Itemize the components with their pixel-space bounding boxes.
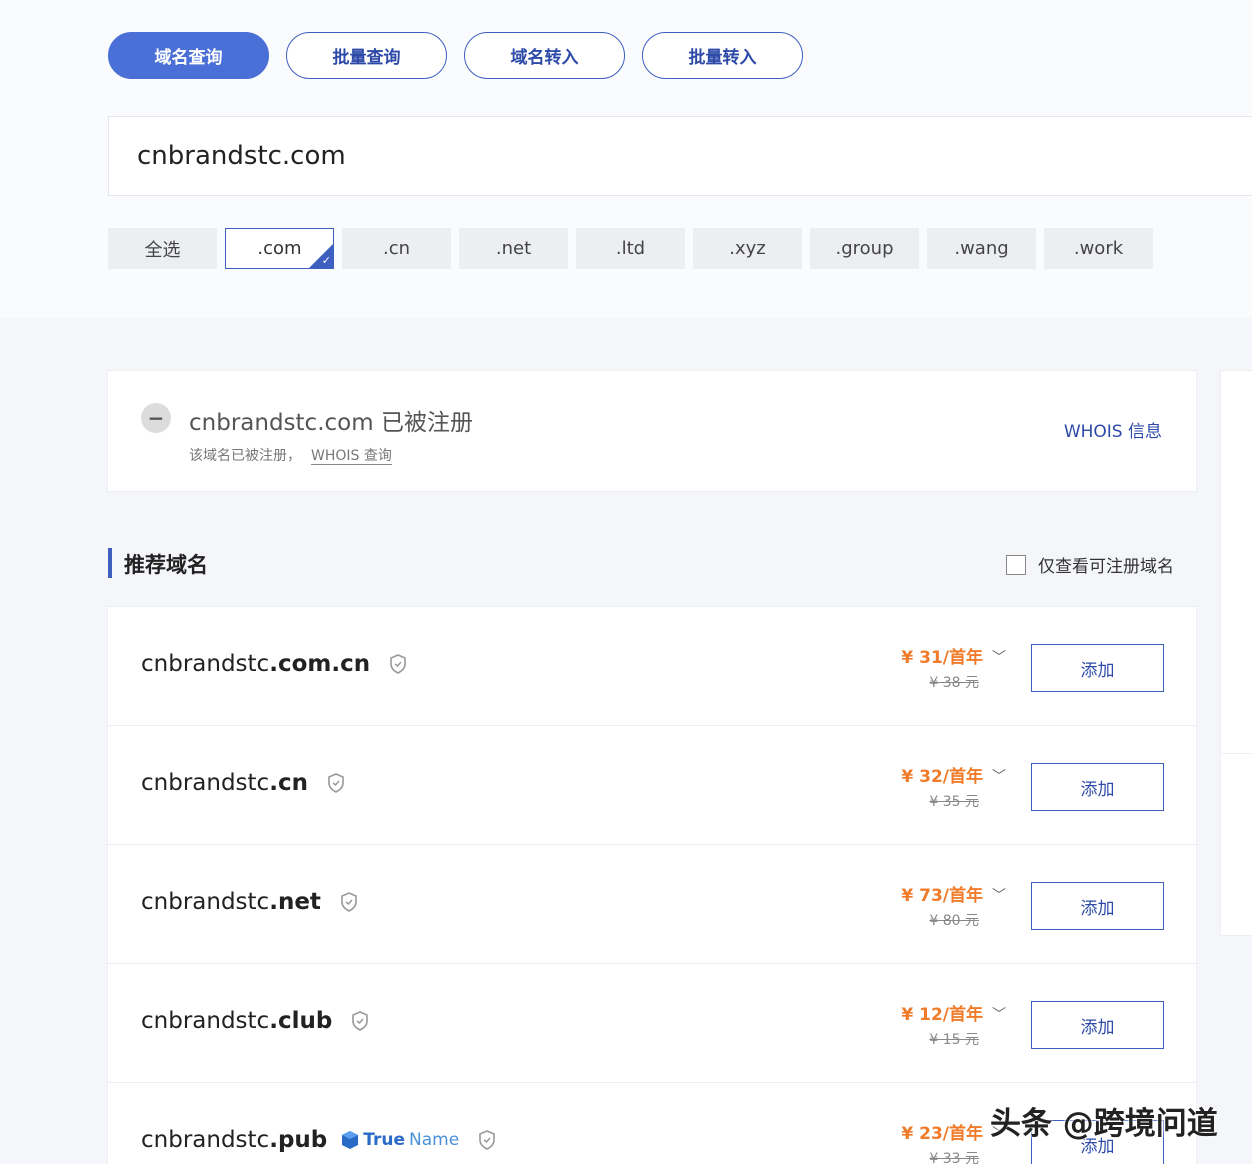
registered-note: 该域名已被注册， — [189, 448, 301, 464]
tld-label: .com — [257, 238, 302, 259]
domain-base: cnbrandstc — [141, 651, 270, 677]
add-button[interactable]: 添加 — [1031, 1001, 1164, 1049]
domain-name: cnbrandstc .net — [141, 889, 359, 915]
check-icon: ✓ — [321, 254, 331, 267]
watermark: 头条 @跨境问道 — [990, 1106, 1218, 1142]
add-button[interactable]: 添加 — [1031, 882, 1164, 930]
side-panel-edge — [1220, 370, 1252, 936]
first-year-price: ¥ 32/首年 — [901, 767, 983, 787]
query-tabs: 域名查询 批量查询 域名转入 批量转入 — [108, 32, 803, 79]
shield-icon — [341, 892, 357, 912]
domain-tld: .club — [269, 1008, 333, 1034]
first-year-price: ¥ 12/首年 — [901, 1005, 983, 1025]
tld-work[interactable]: .work — [1044, 228, 1153, 269]
first-year-price: ¥ 31/首年 — [901, 648, 983, 668]
original-price: ¥ 80 元 — [929, 913, 979, 929]
domain-tld: .com.cn — [269, 651, 371, 677]
domain-row: cnbrandstc .com.cn ¥ 31/首年 ¥ 38 元 ﹀ 添加 — [108, 607, 1198, 726]
available-only-label: 仅查看可注册域名 — [1038, 557, 1174, 577]
chevron-down-icon[interactable]: ﹀ — [992, 885, 1006, 905]
shield-icon — [328, 773, 344, 793]
price-block: ¥ 73/首年 ¥ 80 元 — [893, 881, 983, 930]
add-button[interactable]: 添加 — [1031, 644, 1164, 692]
available-only-filter[interactable]: 仅查看可注册域名 — [1006, 552, 1174, 577]
recommend-title: 推荐域名 — [124, 553, 208, 577]
tld-cn[interactable]: .cn — [342, 228, 451, 269]
minus-circle-icon: − — [141, 403, 171, 433]
tld-net[interactable]: .net — [459, 228, 568, 269]
tld-group[interactable]: .group — [810, 228, 919, 269]
chevron-down-icon[interactable]: ﹀ — [992, 1004, 1006, 1024]
domain-tld: .pub — [269, 1127, 328, 1153]
shield-icon — [390, 654, 406, 674]
top-panel: 域名查询 批量查询 域名转入 批量转入 全选 .com ✓ .cn .net .… — [0, 0, 1252, 318]
search-box — [108, 116, 1252, 196]
registered-subtext: 该域名已被注册， WHOIS 查询 — [189, 445, 392, 465]
side-divider — [1221, 753, 1252, 754]
truename-badge: True Name — [341, 1130, 459, 1150]
tld-wang[interactable]: .wang — [927, 228, 1036, 269]
recommend-list: cnbrandstc .com.cn ¥ 31/首年 ¥ 38 元 ﹀ 添加 cn… — [107, 606, 1198, 1164]
domain-name: cnbrandstc .pub True Name — [141, 1127, 497, 1153]
whois-query-link[interactable]: WHOIS 查询 — [311, 448, 392, 465]
add-button[interactable]: 添加 — [1031, 763, 1164, 811]
first-year-price: ¥ 73/首年 — [901, 886, 983, 906]
shield-icon — [479, 1130, 495, 1150]
truename-text-a: True — [363, 1130, 405, 1150]
tld-com[interactable]: .com ✓ — [225, 228, 334, 269]
registered-status: 已被注册 — [380, 410, 473, 436]
registered-title: cnbrandstc.com 已被注册 — [189, 403, 473, 437]
price-block: ¥ 12/首年 ¥ 15 元 — [893, 1000, 983, 1049]
price-block: ¥ 32/首年 ¥ 35 元 — [893, 762, 983, 811]
domain-name: cnbrandstc .com.cn — [141, 651, 408, 677]
chevron-down-icon[interactable]: ﹀ — [992, 766, 1006, 786]
price-block: ¥ 31/首年 ¥ 38 元 — [893, 643, 983, 692]
domain-row: cnbrandstc .club ¥ 12/首年 ¥ 15 元 ﹀ 添加 — [108, 964, 1198, 1083]
registered-domain: cnbrandstc.com — [189, 410, 374, 436]
domain-name: cnbrandstc .cn — [141, 770, 346, 796]
domain-row: cnbrandstc .net ¥ 73/首年 ¥ 80 元 ﹀ 添加 — [108, 845, 1198, 964]
tab-domain-transfer[interactable]: 域名转入 — [464, 32, 625, 79]
domain-tld: .cn — [269, 770, 308, 796]
truename-text-b: Name — [409, 1130, 460, 1150]
domain-row: cnbrandstc .cn ¥ 32/首年 ¥ 35 元 ﹀ 添加 — [108, 726, 1198, 845]
chevron-down-icon[interactable]: ﹀ — [992, 647, 1006, 667]
search-input[interactable] — [137, 141, 1252, 171]
domain-base: cnbrandstc — [141, 889, 270, 915]
tld-ltd[interactable]: .ltd — [576, 228, 685, 269]
recommend-header: 推荐域名 仅查看可注册域名 — [108, 546, 1198, 580]
domain-base: cnbrandstc — [141, 770, 270, 796]
original-price: ¥ 38 元 — [929, 675, 979, 691]
first-year-price: ¥ 23/首年 — [901, 1124, 983, 1144]
registered-result-card: − cnbrandstc.com 已被注册 该域名已被注册， WHOIS 查询 W… — [107, 370, 1197, 492]
shield-icon — [352, 1011, 369, 1031]
tab-batch-transfer[interactable]: 批量转入 — [642, 32, 803, 79]
truename-cube-icon — [342, 1131, 359, 1149]
domain-base: cnbrandstc — [141, 1008, 270, 1034]
tld-select-all[interactable]: 全选 — [108, 228, 217, 269]
original-price: ¥ 35 元 — [929, 794, 979, 810]
domain-tld: .net — [269, 889, 321, 915]
price-block: ¥ 23/首年 ¥ 33 元 — [893, 1119, 983, 1164]
tab-domain-query[interactable]: 域名查询 — [108, 32, 269, 79]
tab-batch-query[interactable]: 批量查询 — [286, 32, 447, 79]
original-price: ¥ 33 元 — [929, 1151, 979, 1164]
tld-xyz[interactable]: .xyz — [693, 228, 802, 269]
whois-info-link[interactable]: WHOIS 信息 — [1064, 417, 1162, 442]
section-accent-bar — [108, 548, 112, 578]
tld-filter-bar: 全选 .com ✓ .cn .net .ltd .xyz .group .wan… — [108, 228, 1153, 269]
domain-base: cnbrandstc — [141, 1127, 270, 1153]
available-only-checkbox[interactable] — [1006, 554, 1026, 575]
domain-name: cnbrandstc .club — [141, 1008, 370, 1034]
original-price: ¥ 15 元 — [929, 1032, 979, 1048]
